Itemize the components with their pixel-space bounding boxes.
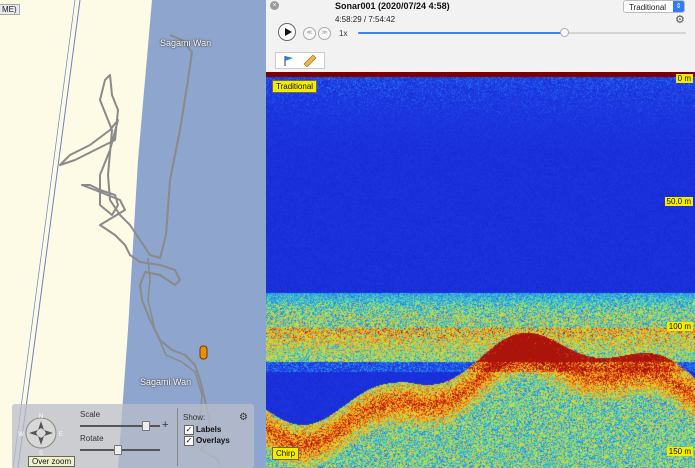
- boat-marker[interactable]: [199, 345, 208, 360]
- display-mode-select[interactable]: Traditional ⇕: [623, 0, 685, 13]
- overlays-checkbox-label: Overlays: [196, 436, 230, 445]
- chirp-tag: Chirp: [272, 447, 300, 460]
- play-button[interactable]: [278, 23, 296, 41]
- map-pane[interactable]: Sagami Wan Sagami Wan ME) N W E S Scale …: [0, 0, 266, 468]
- compass-e: E: [59, 432, 63, 438]
- place-label: Sagami Wan: [140, 377, 192, 387]
- compass-w: W: [18, 432, 24, 438]
- rotate-slider-knob[interactable]: [114, 445, 122, 455]
- traditional-tag: Traditional: [272, 80, 318, 93]
- map-settings-gear-icon[interactable]: ⚙: [239, 412, 248, 423]
- overlays-checkbox[interactable]: ✓: [184, 436, 194, 446]
- show-label: Show:: [183, 413, 206, 422]
- compass-rose-icon[interactable]: N W E S: [16, 408, 66, 458]
- skip-back-button[interactable]: ≪: [303, 27, 316, 40]
- compass-n: N: [39, 414, 43, 420]
- sea-area: [118, 0, 266, 468]
- over-zoom-button[interactable]: Over zoom: [28, 456, 76, 467]
- road-line: [12, 0, 76, 468]
- depth-label: 0 m: [675, 74, 693, 83]
- progress-knob[interactable]: [559, 28, 569, 37]
- sonar-echogram[interactable]: Traditional Chirp 0 m 50.0 m 100 m 150 m: [266, 72, 695, 468]
- playback-timecode: 4:58:29 / 7:54:42: [335, 15, 396, 24]
- display-mode-value: Traditional: [629, 3, 667, 12]
- tool-palette: [275, 52, 325, 69]
- playback-progress-bar[interactable]: [358, 28, 686, 37]
- playback-speed[interactable]: 1x: [339, 29, 347, 38]
- control-divider: [177, 408, 178, 466]
- ruler-icon[interactable]: [303, 55, 317, 67]
- map-canvas[interactable]: [0, 0, 266, 468]
- depth-label: 100 m: [666, 322, 693, 331]
- skip-forward-button[interactable]: ≫: [318, 27, 331, 40]
- map-side-tab[interactable]: ME): [0, 4, 20, 15]
- road-line: [17, 0, 81, 468]
- zoom-in-icon[interactable]: +: [162, 419, 168, 431]
- depth-label: 150 m: [666, 447, 693, 456]
- place-label: Sagami Wan: [160, 38, 212, 48]
- scale-slider-knob[interactable]: [142, 421, 150, 431]
- labels-checkbox[interactable]: ✓: [184, 425, 194, 435]
- progress-fill: [358, 32, 564, 34]
- select-arrow-icon: ⇕: [673, 1, 684, 12]
- flag-icon[interactable]: [283, 55, 295, 67]
- rotate-slider-label: Rotate: [80, 434, 104, 443]
- depth-label: 50.0 m: [664, 197, 693, 206]
- sonar-player-header: × Sonar001 (2020/07/24 4:58) 4:58:29 / 7…: [266, 0, 695, 72]
- close-button[interactable]: ×: [270, 1, 279, 10]
- settings-gear-icon[interactable]: ⚙: [675, 13, 685, 26]
- scale-slider-label: Scale: [80, 410, 101, 419]
- sonar-image: [266, 72, 695, 468]
- recording-title: Sonar001 (2020/07/24 4:58): [335, 1, 450, 11]
- labels-checkbox-label: Labels: [196, 425, 222, 434]
